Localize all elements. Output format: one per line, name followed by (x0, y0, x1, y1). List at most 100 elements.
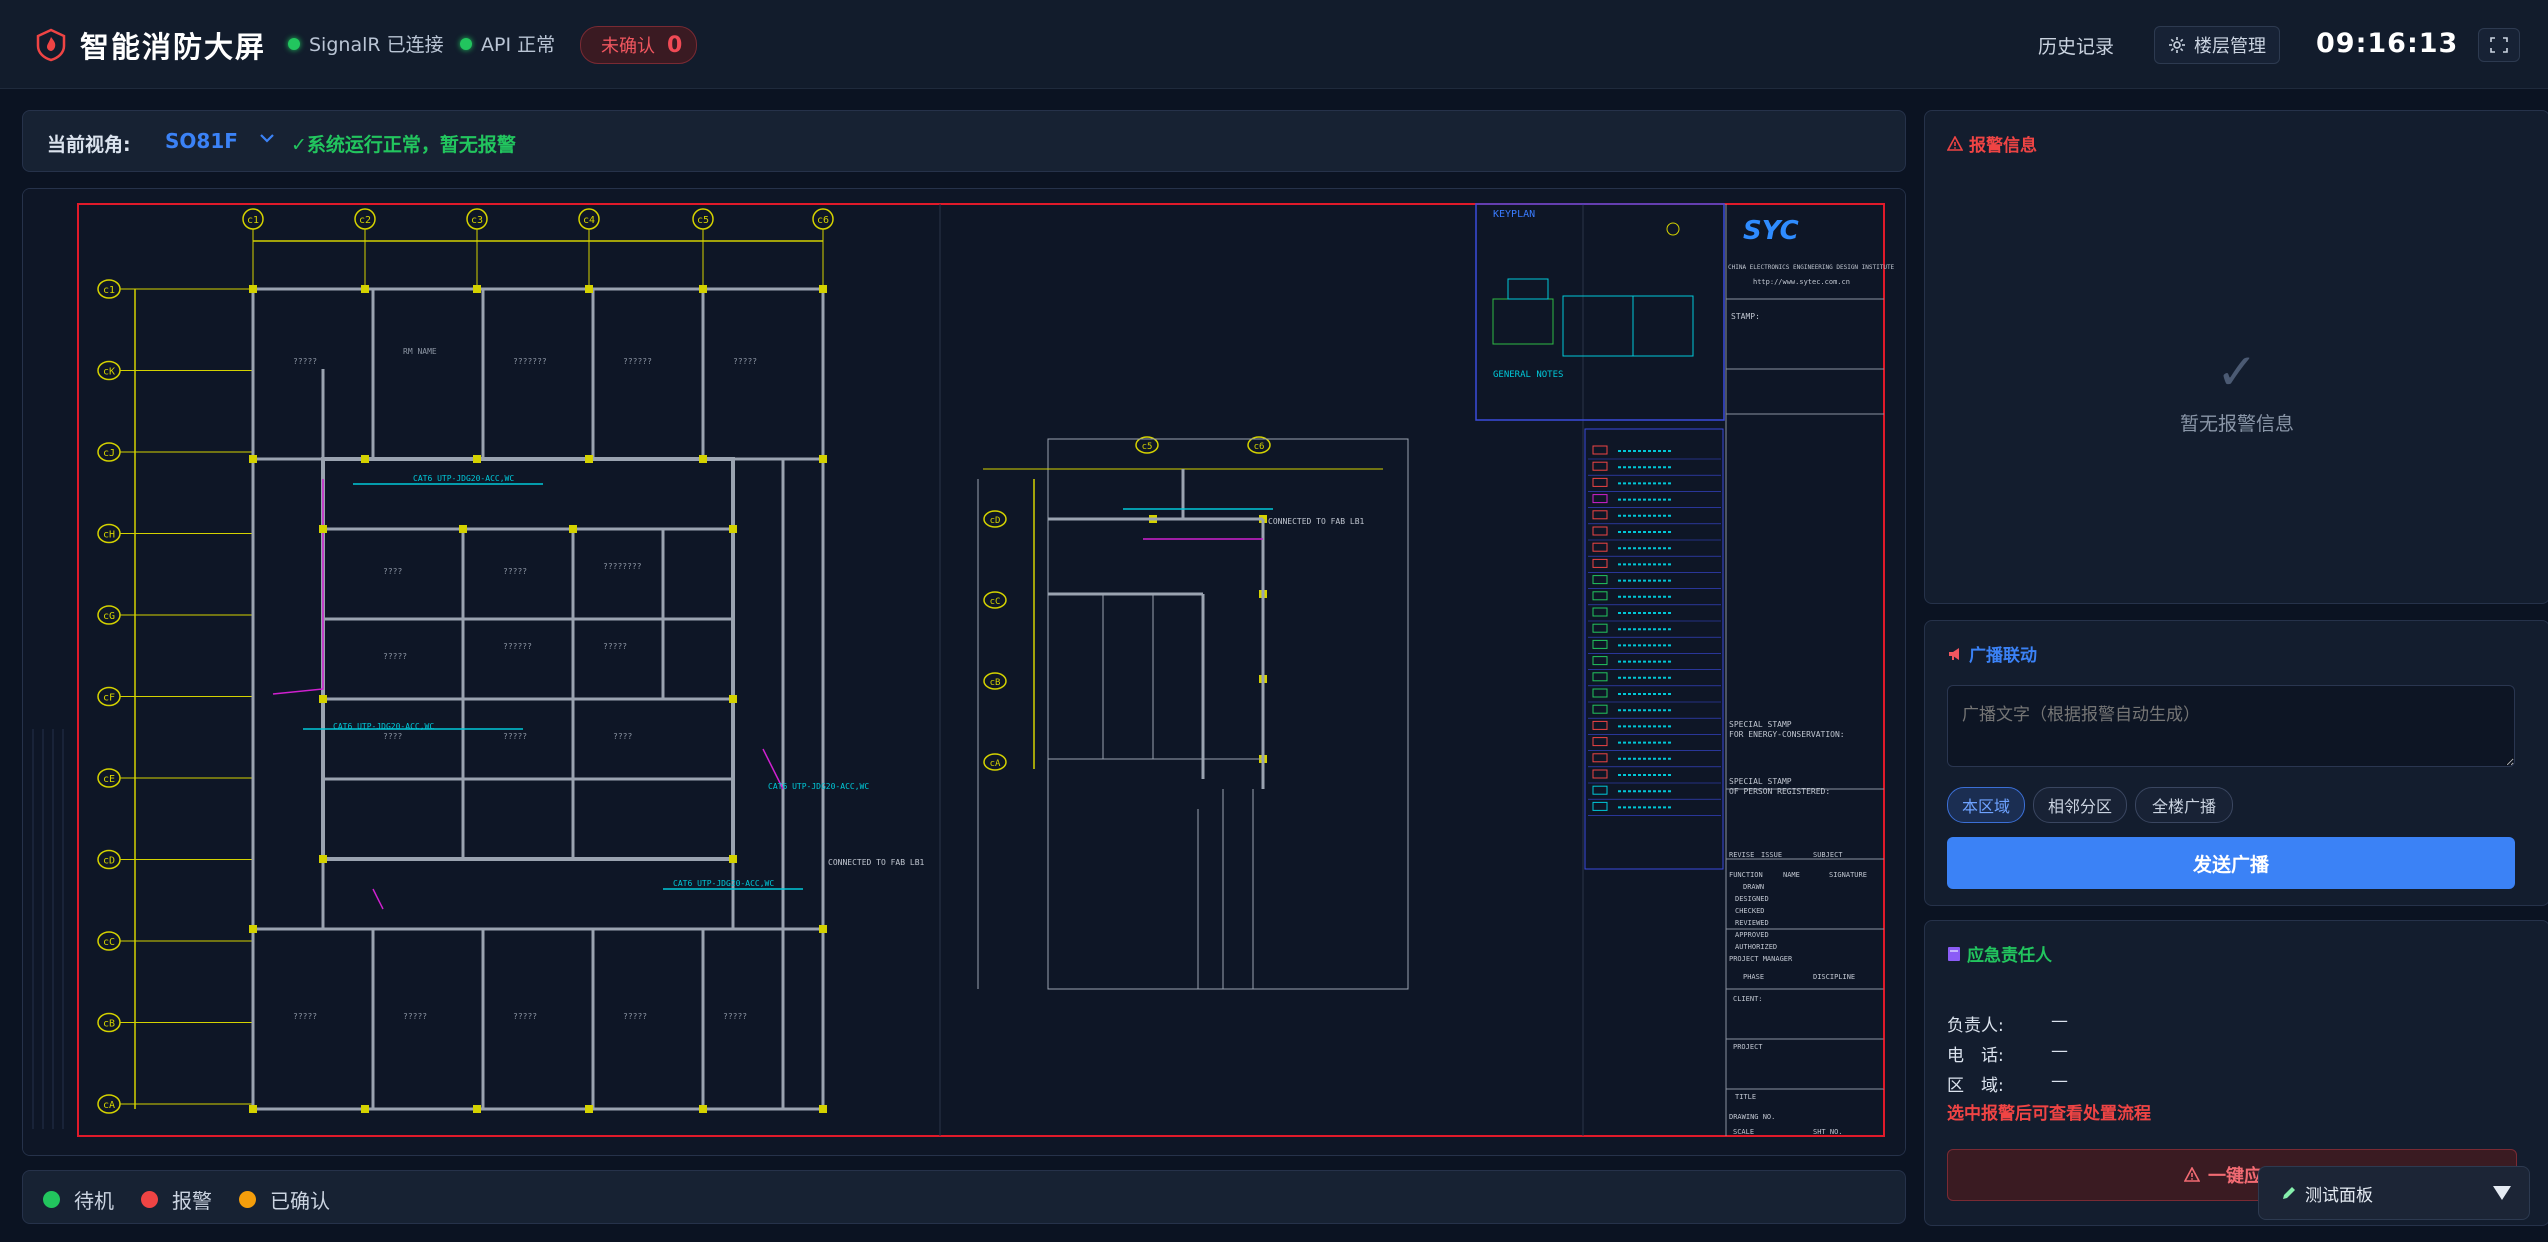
status-legend: 待机 报警 已确认 (22, 1170, 1906, 1224)
unconfirmed-count: 0 (667, 32, 683, 58)
alarm-panel: 报警信息 ✓ 暂无报警信息 (1924, 110, 2548, 604)
api-status: API 正常 (460, 30, 555, 57)
layer-management-button[interactable]: 楼层管理 (2154, 26, 2280, 64)
test-panel-toggle[interactable]: 测试面板 (2258, 1166, 2530, 1220)
title-block-label: DRAWN (1743, 883, 1764, 891)
svg-text:cE: cE (103, 774, 115, 785)
floor-plan-panel[interactable]: c1 c2 c3 c4 c5 c6 c1 cK cJ cH cG cF cE cD cC cB cA c5 c6 c… (22, 188, 1906, 1156)
svg-text:cK: cK (103, 367, 115, 378)
svg-text:CONNECTED TO FAB LB1: CONNECTED TO FAB LB1 (828, 858, 925, 867)
device-marker (729, 855, 737, 863)
fire-shield-icon (36, 28, 66, 62)
title-block-label: FUNCTION (1729, 871, 1763, 879)
svg-text:cB: cB (103, 1019, 115, 1030)
title-block-label: CLIENT: (1733, 995, 1763, 1003)
legend-label: 已确认 (270, 1189, 330, 1213)
title-block-label: REVISE (1729, 851, 1754, 859)
history-link[interactable]: 历史记录 (2038, 32, 2114, 59)
title-block-label: AUTHORIZED (1735, 943, 1777, 951)
megaphone-icon (1949, 647, 1959, 660)
device-marker (569, 525, 577, 533)
chip-adjacent-zone[interactable]: 相邻分区 (2033, 787, 2127, 823)
broadcast-panel: 广播联动 本区域 相邻分区 全楼广播 发送广播 (1924, 620, 2548, 906)
warning-icon (1947, 135, 1963, 151)
legend-item-confirmed: 已确认 (239, 1185, 330, 1214)
alarm-dot-icon (141, 1191, 158, 1208)
confirmed-dot-icon (239, 1191, 256, 1208)
title-block-label: SCALE (1733, 1128, 1754, 1136)
svg-text:c3: c3 (471, 215, 483, 226)
svg-text:http://www.sytec.com.cn: http://www.sytec.com.cn (1753, 278, 1850, 286)
device-marker (699, 285, 707, 293)
title-block-label: DRAWING NO. (1729, 1113, 1775, 1121)
svg-text:cC: cC (103, 937, 115, 948)
svg-text:c2: c2 (359, 215, 371, 226)
title-block-label: DISCIPLINE (1813, 973, 1855, 981)
svg-text:SPECIAL STAMP: SPECIAL STAMP (1729, 777, 1792, 786)
svg-text:????: ???? (613, 732, 632, 741)
send-broadcast-button[interactable]: 发送广播 (1947, 837, 2515, 889)
svg-text:?????: ????? (623, 1012, 647, 1021)
svg-text:CONNECTED TO FAB LB1: CONNECTED TO FAB LB1 (1268, 517, 1365, 526)
svg-text:FOR ENERGY-CONSERVATION:: FOR ENERGY-CONSERVATION: (1729, 730, 1845, 739)
svg-text:cD: cD (990, 516, 1001, 526)
contact-row-area: 区 域: — (1947, 1071, 2068, 1096)
status-dot-icon (460, 37, 472, 50)
broadcast-text-input[interactable] (1947, 685, 2515, 767)
device-marker (473, 1105, 481, 1113)
title-block-label: PHASE (1743, 973, 1764, 981)
test-panel-label: 测试面板 (2305, 1185, 2373, 1206)
alarm-panel-title: 报警信息 (1947, 131, 2037, 156)
keyplan-label: KEYPLAN (1493, 209, 1535, 220)
svg-text:cA: cA (103, 1100, 115, 1111)
title-block-label: SUBJECT (1813, 851, 1843, 859)
broadcast-panel-title-text: 广播联动 (1969, 646, 2037, 666)
chip-this-zone[interactable]: 本区域 (1947, 787, 2025, 823)
device-marker (319, 695, 327, 703)
device-marker (361, 285, 369, 293)
svg-text:cA: cA (990, 759, 1001, 769)
device-marker (319, 525, 327, 533)
svg-text:c5: c5 (1142, 442, 1153, 452)
floor-selector[interactable]: SO81F (165, 129, 238, 153)
device-marker (459, 525, 467, 533)
device-marker (361, 455, 369, 463)
title-block-label: NAME (1783, 871, 1800, 879)
device-marker (585, 455, 593, 463)
triangle-down-icon (2493, 1186, 2511, 1200)
svg-text:CHINA ELECTRONICS ENGINEERING: CHINA ELECTRONICS ENGINEERING DESIGN INS… (1728, 264, 1895, 271)
fullscreen-button[interactable] (2478, 28, 2520, 62)
chip-whole-building[interactable]: 全楼广播 (2135, 787, 2233, 823)
svg-text:?????: ????? (733, 357, 757, 366)
title-block-label: PROJECT MANAGER (1729, 955, 1793, 963)
general-notes-label: GENERAL NOTES (1493, 370, 1563, 380)
device-marker (585, 1105, 593, 1113)
svg-text:c5: c5 (697, 215, 709, 226)
pencil-icon (2283, 1187, 2295, 1199)
svg-text:OF PERSON REGISTERED:: OF PERSON REGISTERED: (1729, 787, 1830, 796)
broadcast-panel-title: 广播联动 (1947, 641, 2037, 666)
svg-text:c1: c1 (247, 215, 259, 226)
warning-icon (2184, 1167, 2200, 1182)
svg-text:?????: ????? (603, 642, 627, 651)
svg-text:c6: c6 (1254, 442, 1265, 452)
svg-text:CAT6 UTP-JDG20-ACC,WC: CAT6 UTP-JDG20-ACC,WC (413, 474, 514, 483)
svg-text:????: ???? (383, 567, 402, 576)
svg-text:?????: ????? (383, 652, 407, 661)
svg-text:SPECIAL STAMP: SPECIAL STAMP (1729, 720, 1792, 729)
top-header: 智能消防大屏 SignalR 已连接 API 正常 未确认 0 历史记录 楼层管… (0, 0, 2548, 89)
legend-item-alarm: 报警 (141, 1185, 212, 1214)
svg-text:?????: ????? (503, 567, 527, 576)
fullscreen-icon (2490, 37, 2508, 53)
svg-text:?????: ????? (293, 357, 317, 366)
current-view-label: 当前视角: (47, 134, 131, 156)
view-bar: 当前视角: SO81F ✓系统运行正常，暂无报警 (22, 110, 1906, 172)
svg-text:??????: ?????? (623, 357, 652, 366)
device-marker (319, 855, 327, 863)
svg-text:?????: ????? (503, 732, 527, 741)
chevron-down-icon[interactable] (259, 131, 275, 145)
unconfirmed-badge[interactable]: 未确认 0 (580, 26, 698, 64)
idle-dot-icon (43, 1191, 60, 1208)
floor-plan-drawing[interactable]: c1 c2 c3 c4 c5 c6 c1 cK cJ cH cG cF cE cD cC cB cA c5 c6 c… (23, 189, 1905, 1155)
svg-text:cG: cG (103, 611, 115, 622)
